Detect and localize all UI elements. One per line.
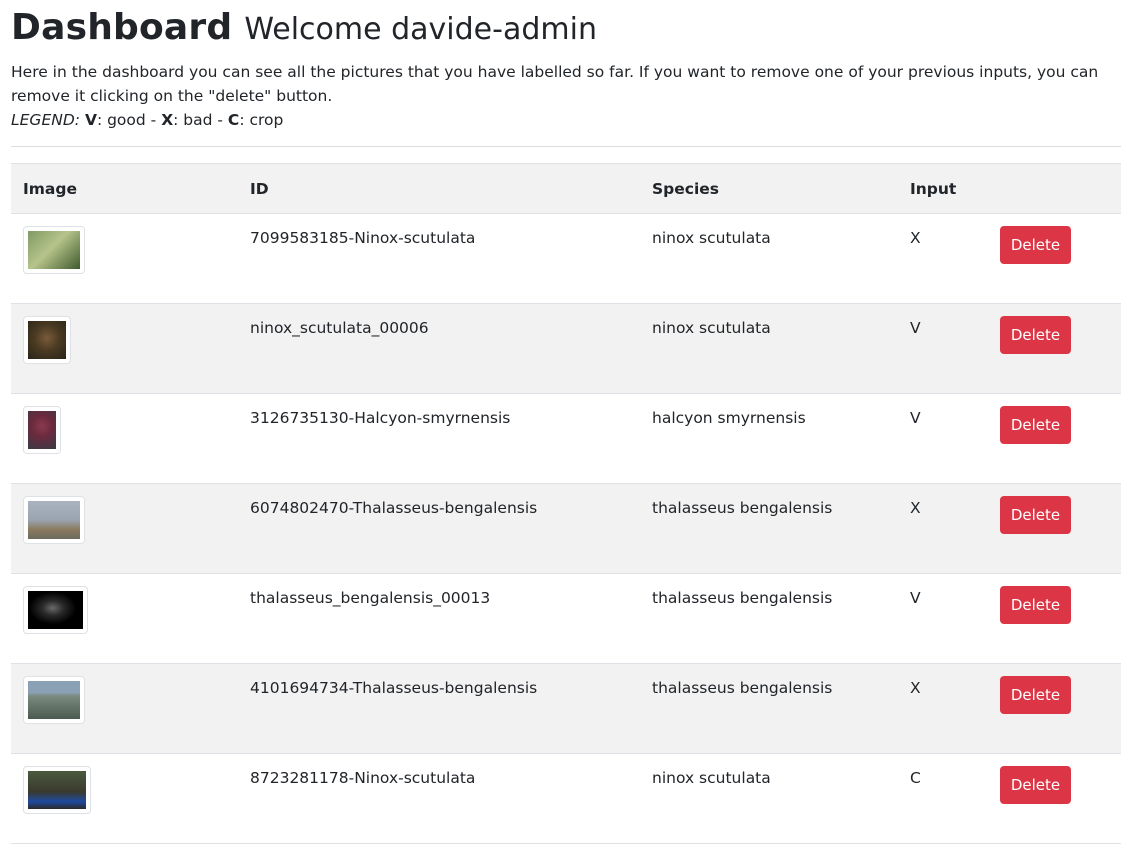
action-cell: Delete (988, 213, 1121, 304)
species-cell: thalasseus bengalensis (640, 663, 898, 754)
action-cell: Delete (988, 393, 1121, 484)
image-thumbnail[interactable] (23, 316, 71, 364)
species-cell: thalasseus bengalensis (640, 573, 898, 664)
id-cell: 4101694734-Thalasseus-bengalensis (238, 663, 640, 754)
input-cell: X (898, 483, 988, 574)
legend-x-text: : bad - (173, 111, 228, 129)
id-cell: thalasseus_bengalensis_00013 (238, 573, 640, 664)
image-cell (11, 483, 238, 574)
species-cell: ninox scutulata (640, 753, 898, 844)
image-thumbnail[interactable] (23, 406, 61, 454)
divider (11, 146, 1121, 147)
table-row: ninox_scutulata_00006 ninox scutulata V … (11, 303, 1121, 394)
table-row: 4101694734-Thalasseus-bengalensis thalas… (11, 663, 1121, 754)
page-header: Dashboard Welcome davide-admin (11, 0, 597, 56)
bird-photo (28, 501, 80, 539)
input-cell: V (898, 573, 988, 664)
intro-section: Here in the dashboard you can see all th… (11, 60, 1123, 132)
species-cell: ninox scutulata (640, 303, 898, 394)
id-cell: ninox_scutulata_00006 (238, 303, 640, 394)
bird-photo (28, 231, 80, 269)
image-cell (11, 213, 238, 304)
legend-x-key: X (161, 111, 174, 129)
image-thumbnail[interactable] (23, 676, 85, 724)
bird-photo (28, 321, 66, 359)
legend-v-key: V (84, 111, 97, 129)
delete-button[interactable]: Delete (1000, 766, 1071, 804)
image-cell (11, 663, 238, 754)
input-cell: C (898, 753, 988, 844)
column-header-image: Image (11, 163, 238, 214)
delete-button[interactable]: Delete (1000, 226, 1071, 264)
column-header-id: ID (238, 163, 640, 214)
table-row: 6074802470-Thalasseus-bengalensis thalas… (11, 483, 1121, 574)
table-row: 8723281178-Ninox-scutulata ninox scutula… (11, 753, 1121, 844)
table-row: thalasseus_bengalensis_00013 thalasseus … (11, 573, 1121, 664)
image-thumbnail[interactable] (23, 766, 91, 814)
action-cell: Delete (988, 303, 1121, 394)
delete-button[interactable]: Delete (1000, 496, 1071, 534)
column-header-input: Input (898, 163, 988, 214)
id-cell: 8723281178-Ninox-scutulata (238, 753, 640, 844)
image-cell (11, 393, 238, 484)
legend-label: LEGEND: (11, 111, 80, 129)
id-cell: 6074802470-Thalasseus-bengalensis (238, 483, 640, 574)
input-cell: X (898, 663, 988, 754)
input-cell: X (898, 213, 988, 304)
delete-button[interactable]: Delete (1000, 406, 1071, 444)
image-thumbnail[interactable] (23, 226, 85, 274)
id-cell: 3126735130-Halcyon-smyrnensis (238, 393, 640, 484)
column-header-actions (988, 163, 1121, 214)
input-cell: V (898, 393, 988, 484)
page-title: Dashboard (11, 7, 233, 48)
intro-text: Here in the dashboard you can see all th… (11, 63, 1099, 105)
image-cell (11, 753, 238, 844)
input-cell: V (898, 303, 988, 394)
legend-c-key: C (227, 111, 240, 129)
image-thumbnail[interactable] (23, 586, 88, 634)
delete-button[interactable]: Delete (1000, 586, 1071, 624)
bird-photo (28, 681, 80, 719)
image-cell (11, 303, 238, 394)
delete-button[interactable]: Delete (1000, 676, 1071, 714)
action-cell: Delete (988, 663, 1121, 754)
table-row: 7099583185-Ninox-scutulata ninox scutula… (11, 213, 1121, 304)
species-cell: thalasseus bengalensis (640, 483, 898, 574)
bird-photo (28, 771, 86, 809)
bird-photo (28, 411, 56, 449)
column-header-species: Species (640, 163, 898, 214)
legend: LEGEND: V: good - X: bad - C: crop (11, 108, 1123, 132)
image-thumbnail[interactable] (23, 496, 85, 544)
legend-c-text: : crop (239, 111, 284, 129)
id-cell: 7099583185-Ninox-scutulata (238, 213, 640, 304)
table-row: 3126735130-Halcyon-smyrnensis halcyon sm… (11, 393, 1121, 484)
species-cell: halcyon smyrnensis (640, 393, 898, 484)
table-header-row: Image ID Species Input (11, 163, 1121, 214)
species-cell: ninox scutulata (640, 213, 898, 304)
action-cell: Delete (988, 483, 1121, 574)
action-cell: Delete (988, 573, 1121, 664)
delete-button[interactable]: Delete (1000, 316, 1071, 354)
legend-v-text: : good - (96, 111, 162, 129)
labels-table: Image ID Species Input 7099583185-Ninox-… (11, 163, 1121, 844)
image-cell (11, 573, 238, 664)
action-cell: Delete (988, 753, 1121, 844)
bird-photo (28, 591, 83, 629)
welcome-subtitle: Welcome davide-admin (244, 12, 597, 47)
